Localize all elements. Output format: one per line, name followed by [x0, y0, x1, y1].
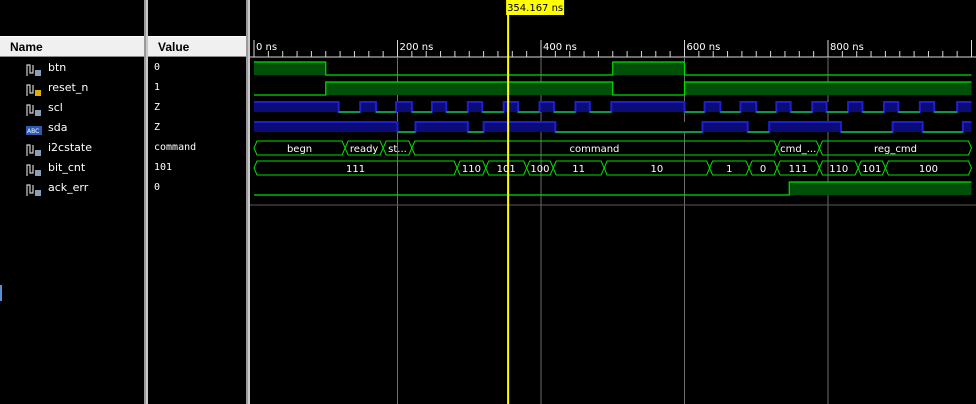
timescale-label: 200 ns — [400, 42, 434, 53]
signal-value: 0 — [154, 182, 161, 193]
bit-cnt-waveform-value: 0 — [760, 164, 766, 175]
i2cstate-waveform-value: begn — [287, 144, 312, 155]
logic-signal-icon — [26, 102, 42, 116]
reset-n-waveform-high-fill — [684, 82, 972, 95]
splitter-handle[interactable] — [0, 285, 2, 301]
name-column-header[interactable]: Name — [0, 36, 144, 57]
bit-cnt-waveform-value: 111 — [789, 164, 808, 175]
signal-row-ack-err[interactable]: ack_err — [0, 178, 144, 198]
value-row-ack-err[interactable]: 0 — [148, 178, 246, 198]
ack-err-waveform-high-fill — [789, 182, 972, 195]
value-row-reset-n[interactable]: 1 — [148, 78, 246, 98]
value-column-header[interactable]: Value — [148, 36, 246, 57]
timescale-label: 400 ns — [543, 42, 577, 53]
logic-signal-icon — [26, 142, 42, 156]
bit-cnt-waveform-value: 100 — [919, 164, 938, 175]
value-row-i2cstate[interactable]: command — [148, 138, 246, 158]
cursor-time-label: 354.167 ns — [507, 3, 563, 14]
signal-value: Z — [154, 122, 161, 133]
bit-cnt-waveform-value: 101 — [497, 164, 516, 175]
bit-cnt-waveform-value: 110 — [829, 164, 848, 175]
signal-row-reset-n[interactable]: reset_n — [0, 78, 144, 98]
value-row-scl[interactable]: Z — [148, 98, 246, 118]
bus-signal-icon: ABC — [26, 122, 42, 136]
logic-signal-icon — [26, 82, 42, 96]
i2cstate-waveform-value: ready — [350, 144, 379, 155]
logic-signal-icon — [26, 162, 42, 176]
bit-cnt-waveform-value: 111 — [346, 164, 365, 175]
bit-cnt-waveform-value: 110 — [462, 164, 481, 175]
signal-row-btn[interactable]: btn — [0, 58, 144, 78]
signal-value: 101 — [154, 162, 173, 173]
timescale-label: 0 ns — [256, 42, 277, 53]
signal-row-i2cstate[interactable]: i2cstate — [0, 138, 144, 158]
value-pane-top-area — [148, 0, 246, 37]
logic-signal-icon — [26, 62, 42, 76]
btn-waveform-high-fill — [612, 62, 685, 75]
value-row-btn[interactable]: 0 — [148, 58, 246, 78]
timescale-label: 600 ns — [687, 42, 721, 53]
signal-row-sda[interactable]: ABC sda — [0, 118, 144, 138]
signal-name: btn — [48, 61, 67, 74]
signal-value-pane: Value 0 1 Z Zcommand 101 0 — [148, 0, 248, 404]
signal-name: ack_err — [48, 181, 89, 194]
i2cstate-waveform-value: command — [569, 144, 619, 155]
waveform-pane[interactable]: 0 ns 200 ns 400 ns 600 ns 800 ns begn ready st.… — [250, 0, 976, 404]
signal-name: scl — [48, 101, 63, 114]
btn-waveform — [254, 61, 972, 76]
signal-value: Z — [154, 102, 161, 113]
signal-name: reset_n — [48, 81, 89, 94]
i2cstate-waveform-value: cmd_... — [780, 144, 816, 155]
waveform-canvas[interactable]: 0 ns 200 ns 400 ns 600 ns 800 ns begn ready st.… — [250, 0, 976, 404]
signal-name: bit_cnt — [48, 161, 86, 174]
bit-cnt-waveform-value: 1 — [726, 164, 732, 175]
i2cstate-waveform-value: reg_cmd — [874, 144, 917, 155]
value-row-bit-cnt[interactable]: 101 — [148, 158, 246, 178]
bit-cnt-waveform-value: 10 — [651, 164, 664, 175]
i2cstate-waveform-value: st... — [388, 144, 407, 155]
signal-row-bit-cnt[interactable]: bit_cnt — [0, 158, 144, 178]
bit-cnt-waveform-value: 101 — [862, 164, 881, 175]
name-pane-top-area — [0, 0, 144, 37]
signal-row-scl[interactable]: scl — [0, 98, 144, 118]
signal-name: sda — [48, 121, 68, 134]
bit-cnt-waveform-value: 100 — [530, 164, 549, 175]
signal-name-pane: Name btn reset_nscl ABC sda i2cstate bit_cnta… — [0, 0, 146, 404]
value-row-sda[interactable]: Z — [148, 118, 246, 138]
reset-n-waveform-high-fill — [325, 82, 613, 95]
timescale-label: 800 ns — [830, 42, 864, 53]
bit-cnt-waveform-value: 11 — [572, 164, 585, 175]
signal-name: i2cstate — [48, 141, 92, 154]
btn-waveform-high-fill — [254, 62, 326, 75]
svg-text:ABC: ABC — [27, 128, 39, 135]
signal-value: 0 — [154, 62, 161, 73]
logic-signal-icon — [26, 182, 42, 196]
signal-value: command — [154, 142, 197, 153]
signal-value: 1 — [154, 82, 161, 93]
